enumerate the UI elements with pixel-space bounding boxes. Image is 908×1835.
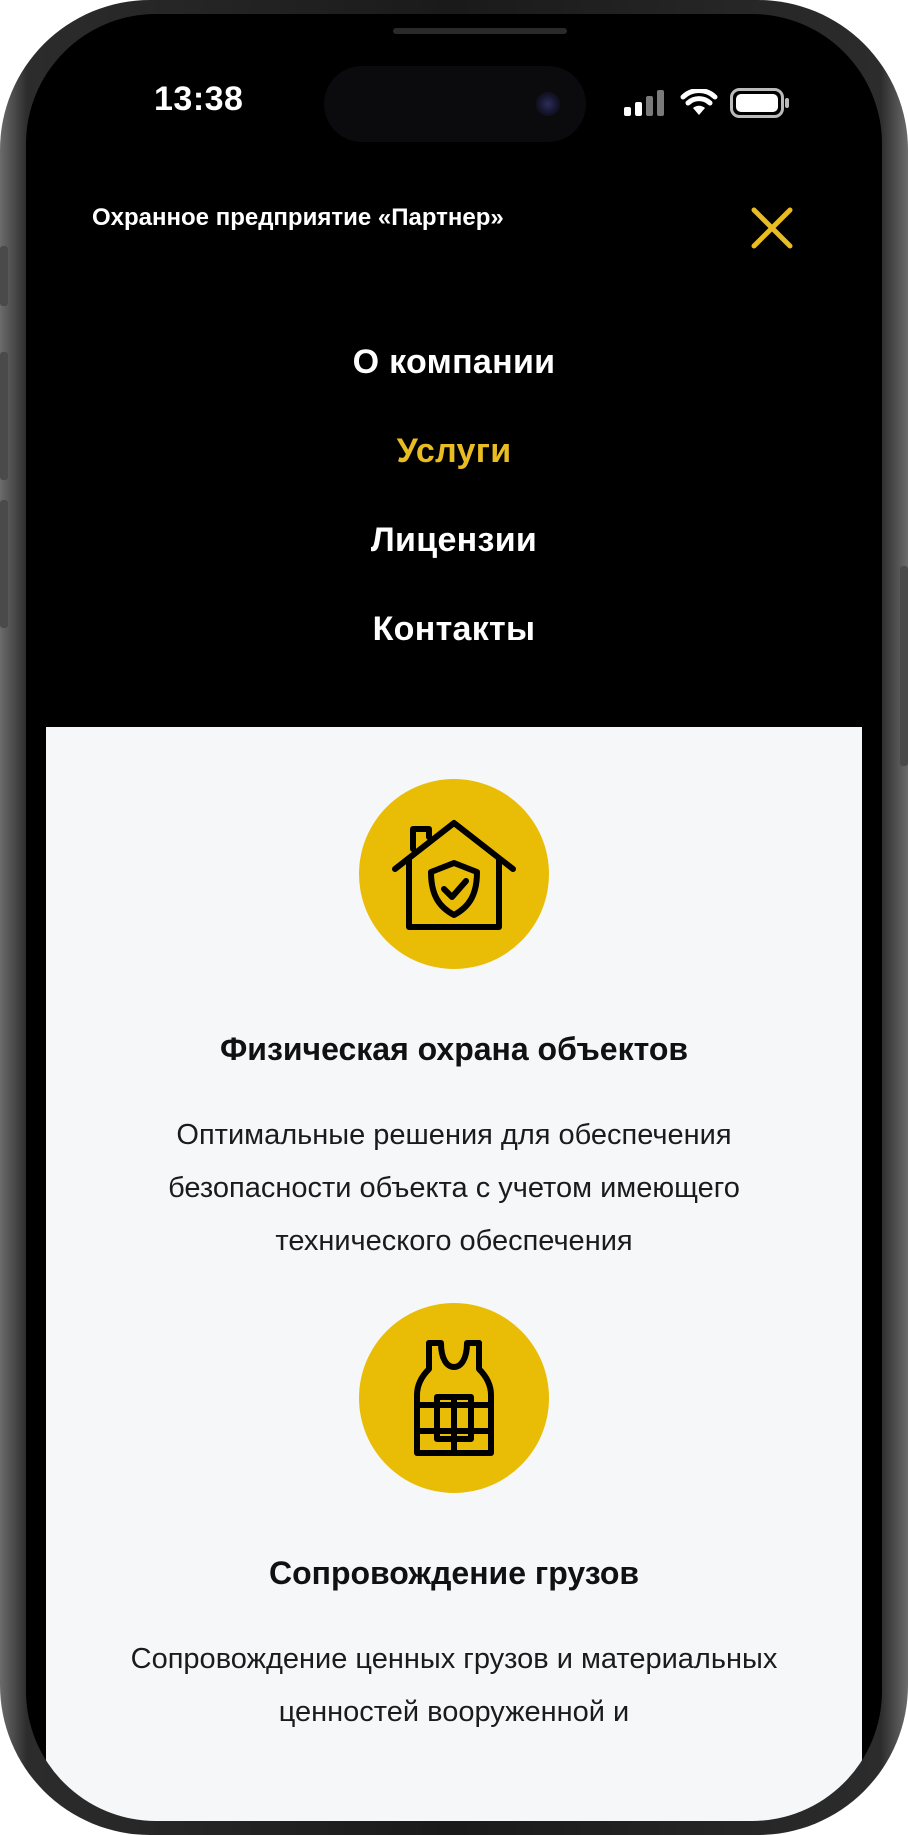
service-icon-circle — [359, 1303, 549, 1493]
nav-item-contacts[interactable]: Контакты — [26, 601, 882, 690]
services-section: Физическая охрана объектов Оптимальные р… — [46, 727, 862, 1821]
phone-volume-up-button — [0, 352, 8, 480]
nav-item-services[interactable]: Услуги — [26, 423, 882, 512]
service-description: Оптимальные решения для обеспечения безо… — [168, 1119, 740, 1257]
phone-screen: 13:38 Охранное предприятие «Партнер» О к… — [26, 14, 882, 1821]
nav-item-about[interactable]: О компании — [26, 334, 882, 423]
dynamic-island — [324, 66, 586, 142]
cellular-signal-icon — [624, 90, 664, 116]
body-armor-vest-icon — [414, 1340, 494, 1456]
brand-title[interactable]: Охранное предприятие «Партнер» — [92, 204, 504, 232]
status-time: 13:38 — [154, 80, 244, 118]
front-camera-icon — [536, 92, 560, 116]
battery-icon — [730, 88, 789, 118]
nav-item-licenses[interactable]: Лицензии — [26, 512, 882, 601]
service-card: Физическая охрана объектов Оптимальные р… — [46, 727, 862, 1287]
service-title: Физическая охрана объектов — [219, 1031, 689, 1067]
wifi-icon — [680, 89, 718, 115]
house-shield-icon — [392, 820, 516, 930]
status-icons — [624, 88, 790, 118]
close-icon — [751, 207, 793, 249]
phone-power-button — [900, 566, 908, 766]
service-card: Сопровождение грузов Сопровождение ценны… — [46, 1303, 862, 1821]
earpiece-line — [393, 28, 567, 34]
service-description: Сопровождение ценных грузов и материальн… — [130, 1643, 778, 1728]
service-title: Сопровождение грузов — [268, 1555, 640, 1591]
service-icon-circle — [359, 779, 549, 969]
phone-volume-down-button — [0, 500, 8, 628]
main-navigation: О компании Услуги Лицензии Контакты — [26, 334, 882, 690]
close-menu-button[interactable] — [748, 204, 796, 252]
phone-action-button — [0, 246, 8, 306]
